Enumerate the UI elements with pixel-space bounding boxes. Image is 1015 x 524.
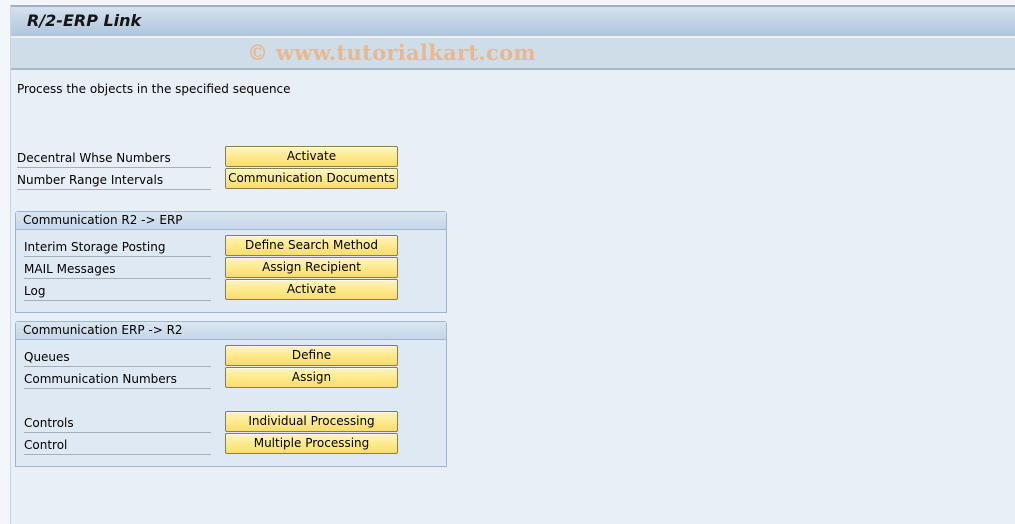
row-label: Queues	[24, 348, 211, 367]
sap-screen: R/2-ERP Link © www.tutorialkart.com Proc…	[10, 5, 1015, 524]
row-number-range-intervals: Number Range Intervals Communication Doc…	[17, 168, 417, 193]
row-label: Controls	[24, 414, 211, 433]
multiple-processing-button[interactable]: Multiple Processing	[225, 433, 398, 454]
define-search-method-button[interactable]: Define Search Method	[225, 235, 398, 256]
group-communication-r2-erp: Communication R2 -> ERP Interim Storage …	[15, 211, 447, 313]
row-control: Control Multiple Processing	[24, 433, 424, 458]
row-label: Decentral Whse Numbers	[17, 149, 211, 168]
row-communication-numbers: Communication Numbers Assign	[24, 367, 424, 392]
row-log: Log Activate	[24, 279, 424, 304]
activate-log-button[interactable]: Activate	[225, 279, 398, 300]
assign-recipient-button[interactable]: Assign Recipient	[225, 257, 398, 278]
group-title: Communication ERP -> R2	[16, 322, 446, 340]
individual-processing-button[interactable]: Individual Processing	[225, 411, 398, 432]
row-label: Interim Storage Posting	[24, 238, 211, 257]
activate-whse-button[interactable]: Activate	[225, 146, 398, 167]
application-toolbar: © www.tutorialkart.com	[11, 37, 1015, 70]
intro-text: Process the objects in the specified seq…	[17, 82, 291, 96]
define-queues-button[interactable]: Define	[225, 345, 398, 366]
communication-documents-button[interactable]: Communication Documents	[225, 168, 398, 189]
row-label: Log	[24, 282, 211, 301]
row-label: Control	[24, 436, 211, 455]
assign-communication-numbers-button[interactable]: Assign	[225, 367, 398, 388]
title-bar: R/2-ERP Link	[11, 5, 1015, 36]
group-title: Communication R2 -> ERP	[16, 212, 446, 230]
row-label: Communication Numbers	[24, 370, 211, 389]
page-title: R/2-ERP Link	[27, 11, 142, 30]
group-communication-erp-r2: Communication ERP -> R2 Queues Define Co…	[15, 321, 447, 467]
row-label: MAIL Messages	[24, 260, 211, 279]
row-label: Number Range Intervals	[17, 171, 211, 190]
watermark: © www.tutorialkart.com	[247, 40, 536, 65]
